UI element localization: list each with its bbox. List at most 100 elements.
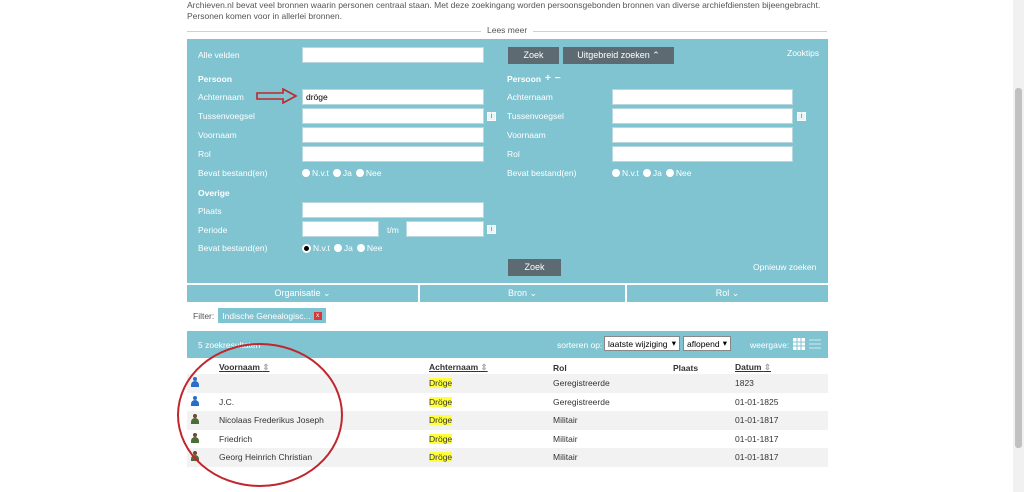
remove-person-icon[interactable]: −	[555, 73, 561, 84]
table-row[interactable]: Dröge Geregistreerde 1823	[187, 374, 828, 393]
table-header-row: Voornaam ⇕ Achternaam ⇕ Rol Plaats Datum…	[187, 361, 828, 374]
scrollbar[interactable]	[1013, 0, 1024, 492]
plaats-input[interactable]	[302, 202, 484, 218]
rol-cell: Militair	[553, 448, 673, 467]
rol-label: Rol	[198, 149, 211, 159]
radio-ja[interactable]: Ja	[642, 168, 662, 178]
intro-line-1: Archieven.nl bevat veel bronnen waarin p…	[187, 0, 821, 10]
tm-label: t/m	[387, 225, 399, 235]
grid-view-icon[interactable]	[793, 338, 805, 350]
order-select[interactable]: aflopend ▾	[683, 336, 731, 351]
bevat-bestanden-overige-radio-group: N.v.t Ja Nee	[302, 243, 386, 253]
sort-select[interactable]: laatste wijziging ▾	[604, 336, 680, 351]
opnieuw-zoeken-link[interactable]: Opnieuw zoeken	[753, 262, 816, 272]
tussenvoegsel-2-label: Tussenvoegsel	[507, 111, 564, 121]
info-icon[interactable]: i	[487, 112, 496, 121]
radio-nvt[interactable]: N.v.t	[612, 168, 639, 178]
rol-header: Rol	[553, 362, 567, 373]
achternaam-2-label: Achternaam	[507, 92, 553, 102]
achternaam-cell: Dröge	[429, 411, 553, 430]
intro-line-2: Personen komen voor in allerlei bronnen.	[187, 11, 342, 21]
alle-velden-input[interactable]	[302, 47, 484, 63]
row-icon-cell	[187, 448, 219, 467]
radio-nvt[interactable]: N.v.t	[302, 168, 329, 178]
radio-nee[interactable]: Nee	[355, 168, 381, 178]
radio-circle	[612, 169, 620, 177]
plaats-cell	[673, 430, 735, 449]
rol-2-label: Rol	[507, 149, 520, 159]
voornaam-2-label: Voornaam	[507, 130, 546, 140]
chevron-down-icon: ▾	[722, 338, 727, 348]
scroll-thumb[interactable]	[1015, 88, 1022, 448]
radio-circle	[333, 244, 342, 252]
table-row[interactable]: Friedrich Dröge Militair 01-01-1817	[187, 430, 828, 449]
sort-icon: ⇕	[480, 362, 488, 372]
bevat-bestanden-label: Bevat bestand(en)	[198, 168, 268, 178]
rol-2-input[interactable]	[612, 146, 793, 162]
person-icon	[191, 377, 199, 388]
chevron-down-icon: ▾	[671, 338, 676, 348]
radio-ja[interactable]: Ja	[332, 168, 352, 178]
tussenvoegsel-label: Tussenvoegsel	[198, 111, 255, 121]
radio-circle	[356, 244, 365, 252]
filter-row: Filter: Indische Genealogisc... x	[193, 308, 326, 323]
achternaam-2-input[interactable]	[612, 89, 793, 105]
datum-cell: 1823	[735, 374, 828, 393]
zoek-bottom-button[interactable]: Zoek	[508, 259, 561, 276]
search-panel: Alle velden Zoek Uitgebreid zoeken ⌃ Zoo…	[187, 39, 828, 283]
intro-text: Archieven.nl bevat veel bronnen waarin p…	[187, 0, 827, 22]
list-view-icon[interactable]	[809, 338, 821, 350]
rol-cell: Geregistreerde	[553, 396, 610, 407]
sort-icon: ⇕	[262, 362, 270, 372]
radio-nee[interactable]: Nee	[356, 243, 382, 253]
voornaam-input[interactable]	[302, 127, 484, 143]
tussenvoegsel-input[interactable]	[302, 108, 484, 124]
table-row[interactable]: Nicolaas Frederikus Joseph Dröge Militai…	[187, 411, 828, 430]
datum-header[interactable]: Datum ⇕	[735, 361, 828, 374]
achternaam-input[interactable]: dröge	[302, 89, 484, 105]
achternaam-label: Achternaam	[198, 92, 244, 102]
bevat-bestanden-overige-label: Bevat bestand(en)	[198, 243, 268, 253]
plaats-cell	[673, 448, 735, 467]
rol-cell: Geregistreerde	[553, 374, 673, 393]
facet-rol[interactable]: Rol ⌄	[627, 285, 828, 302]
radio-nvt[interactable]: N.v.t	[302, 243, 330, 253]
soldier-icon	[191, 414, 199, 425]
radio-circle	[302, 169, 310, 177]
red-arrow-annotation	[256, 88, 298, 104]
radio-circle	[332, 169, 341, 177]
info-icon[interactable]: i	[797, 112, 806, 121]
zoektips-link[interactable]: Zooktips	[787, 48, 819, 58]
add-person-icon[interactable]: +	[545, 73, 551, 84]
tussenvoegsel-2-input[interactable]	[612, 108, 793, 124]
info-icon[interactable]: i	[487, 225, 496, 234]
voornaam-header[interactable]: Voornaam ⇕	[219, 361, 429, 374]
zoek-button[interactable]: Zoek	[508, 47, 559, 64]
radio-circle	[355, 169, 364, 177]
soldier-icon	[191, 451, 199, 462]
rol-input[interactable]	[302, 146, 484, 162]
uitgebreid-zoeken-button[interactable]: Uitgebreid zoeken ⌃	[563, 47, 674, 64]
voornaam-label: Voornaam	[198, 130, 237, 140]
voornaam-cell: Georg Heinrich Christian	[219, 448, 429, 467]
periode-label: Periode	[198, 225, 228, 235]
periode-to-input[interactable]	[406, 221, 484, 237]
voornaam-2-input[interactable]	[612, 127, 793, 143]
radio-nee[interactable]: Nee	[665, 168, 691, 178]
plaats-header: Plaats	[673, 362, 699, 373]
table-row[interactable]: J.C. Dröge Geregistreerde 01-01-1825	[187, 393, 828, 412]
facet-organisatie[interactable]: Organisatie ⌄	[187, 285, 418, 302]
periode-from-input[interactable]	[302, 221, 379, 237]
table-row[interactable]: Georg Heinrich Christian Dröge Militair …	[187, 448, 828, 467]
radio-circle	[665, 169, 674, 177]
close-icon[interactable]: x	[313, 311, 322, 320]
alle-velden-label: Alle velden	[198, 50, 240, 60]
radio-ja[interactable]: Ja	[333, 243, 353, 253]
voornaam-cell	[219, 374, 429, 393]
row-icon-cell	[187, 393, 219, 412]
achternaam-header[interactable]: Achternaam ⇕	[429, 361, 553, 374]
facet-bron[interactable]: Bron ⌄	[420, 285, 625, 302]
filter-chip[interactable]: Indische Genealogisc... x	[218, 308, 326, 323]
voornaam-cell: J.C.	[219, 396, 235, 407]
lees-meer-link[interactable]: Lees meer	[481, 25, 534, 35]
